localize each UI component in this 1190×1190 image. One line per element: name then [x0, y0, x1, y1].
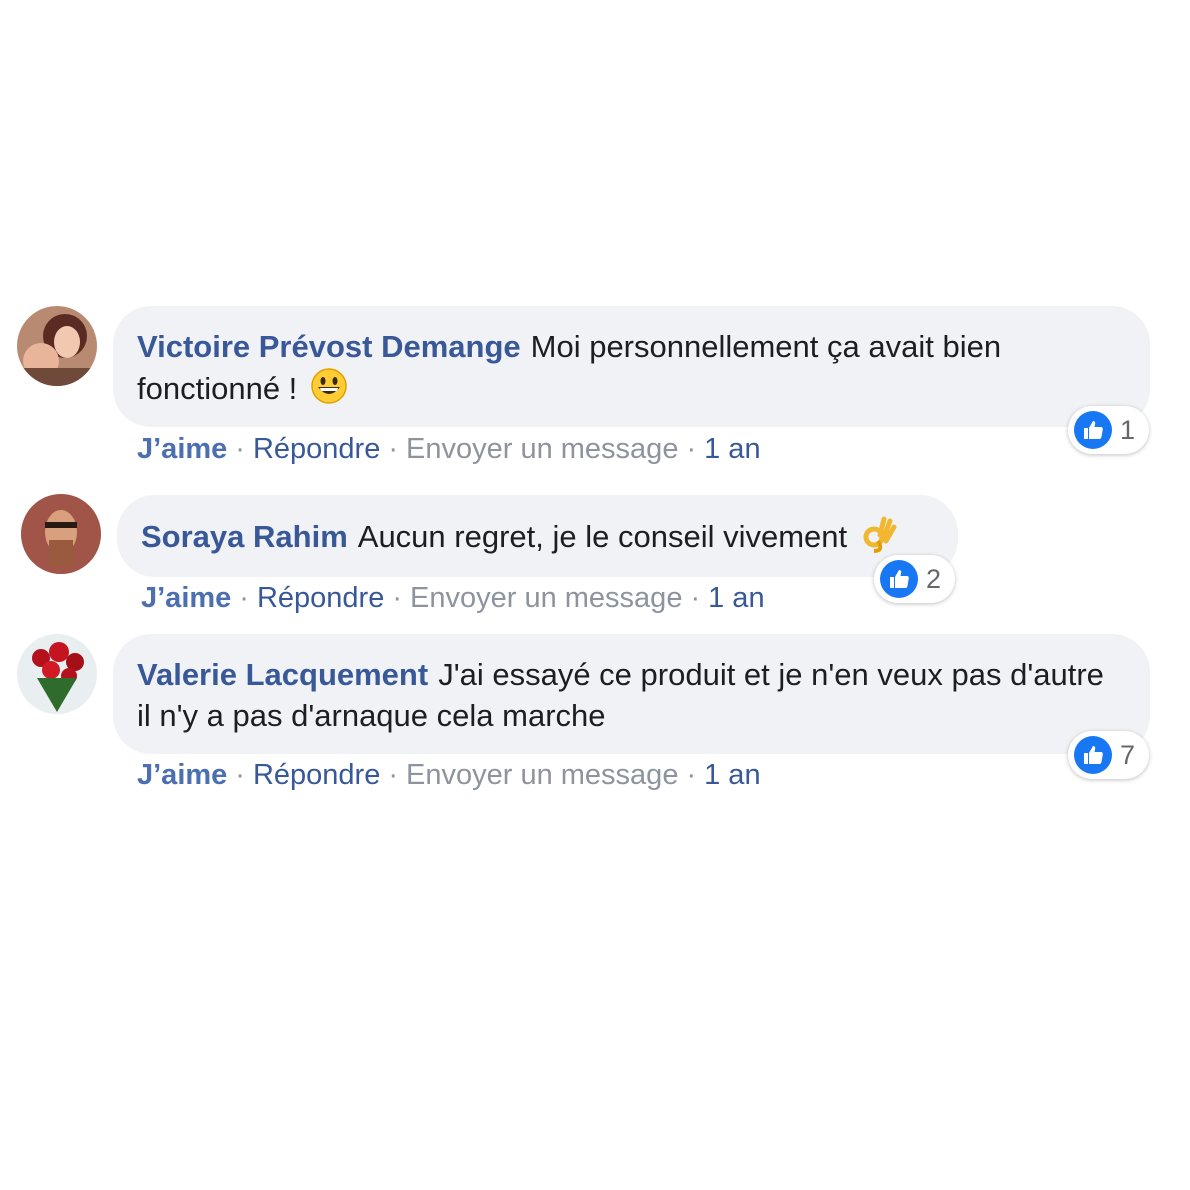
- thumbs-up-icon: [1074, 736, 1112, 774]
- comment-bubble: Soraya Rahim Aucun regret, je le conseil …: [117, 495, 958, 577]
- comment-author[interactable]: Victoire Prévost Demange: [137, 329, 521, 364]
- timestamp[interactable]: 1 an: [704, 759, 760, 791]
- timestamp[interactable]: 1 an: [708, 582, 764, 614]
- avatar-photo-icon: [17, 306, 97, 386]
- grinning-face-emoji-icon: [310, 367, 348, 415]
- send-message-link[interactable]: Envoyer un message: [406, 759, 678, 791]
- reaction-summary[interactable]: 7: [1068, 731, 1150, 779]
- reply-link[interactable]: Répondre: [257, 582, 384, 614]
- avatar-photo-icon: [21, 494, 101, 574]
- comment-author[interactable]: Soraya Rahim: [141, 519, 348, 554]
- separator: ·: [686, 433, 697, 465]
- thumbs-up-icon: [880, 560, 918, 598]
- avatar-photo-icon: [17, 634, 97, 714]
- comment-actions: J’aime · Répondre · Envoyer un message · 1 an: [141, 582, 765, 615]
- avatar[interactable]: [17, 306, 97, 386]
- reaction-summary[interactable]: 2: [874, 555, 956, 603]
- like-link[interactable]: J’aime: [137, 759, 227, 791]
- comment-bubble: Victoire Prévost Demange Moi personnellem…: [113, 306, 1150, 427]
- comment-author[interactable]: Valerie Lacquement: [137, 657, 428, 692]
- reaction-summary[interactable]: 1: [1068, 406, 1150, 454]
- reaction-count: 1: [1120, 414, 1136, 445]
- comment-text: Aucun regret, je le conseil vivement: [357, 519, 848, 555]
- thumbs-up-icon: [1074, 411, 1112, 449]
- avatar[interactable]: [17, 634, 97, 714]
- timestamp[interactable]: 1 an: [704, 433, 760, 465]
- separator: ·: [235, 759, 245, 791]
- separator: ·: [388, 433, 399, 465]
- reaction-count: 2: [926, 563, 942, 594]
- avatar[interactable]: [21, 494, 101, 574]
- separator: ·: [235, 433, 245, 465]
- like-link[interactable]: J’aime: [137, 433, 227, 465]
- separator: ·: [239, 582, 249, 614]
- separator: ·: [690, 582, 701, 614]
- reply-link[interactable]: Répondre: [253, 759, 380, 791]
- separator: ·: [686, 759, 697, 791]
- send-message-link[interactable]: Envoyer un message: [410, 582, 682, 614]
- comment-bubble: Valerie Lacquement J'ai essayé ce produit…: [113, 634, 1150, 754]
- separator: ·: [388, 759, 399, 791]
- comment-actions: J’aime · Répondre · Envoyer un message · 1 an: [137, 759, 761, 792]
- send-message-link[interactable]: Envoyer un message: [406, 433, 678, 465]
- separator: ·: [392, 582, 403, 614]
- like-link[interactable]: J’aime: [141, 582, 231, 614]
- reply-link[interactable]: Répondre: [253, 433, 380, 465]
- reaction-count: 7: [1120, 739, 1136, 770]
- comment-actions: J’aime · Répondre · Envoyer un message · 1 an: [137, 433, 761, 466]
